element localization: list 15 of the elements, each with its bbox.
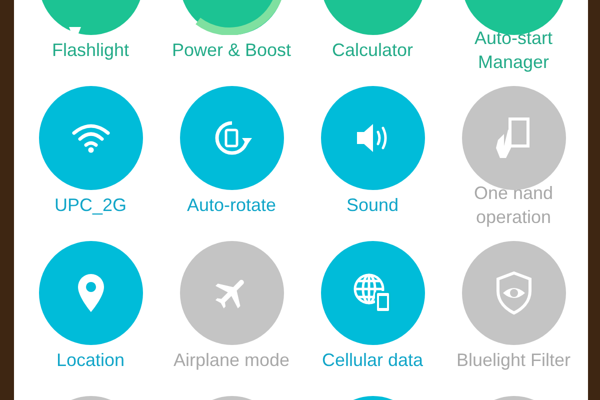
tile-label: Power & Boost bbox=[172, 39, 292, 62]
tile-label: Location bbox=[56, 349, 125, 372]
eye-shield-icon bbox=[494, 271, 532, 315]
tile-label: Airplane mode bbox=[173, 349, 290, 372]
tile-label: Auto-rotate bbox=[186, 194, 276, 217]
tile-label: Cellular data bbox=[322, 349, 424, 372]
wifi-icon bbox=[70, 122, 110, 154]
tile-label: One hand operation bbox=[474, 182, 554, 229]
tile-label: UPC_2G bbox=[54, 194, 127, 217]
tile-label: Calculator bbox=[332, 39, 414, 62]
tile-label: Sound bbox=[346, 194, 399, 217]
location-pin-icon bbox=[76, 273, 106, 313]
tile-label: Flashlight bbox=[52, 39, 130, 62]
tile-label: Bluelight Filter bbox=[456, 349, 571, 372]
tile-label: Auto-start Manager bbox=[474, 27, 553, 74]
